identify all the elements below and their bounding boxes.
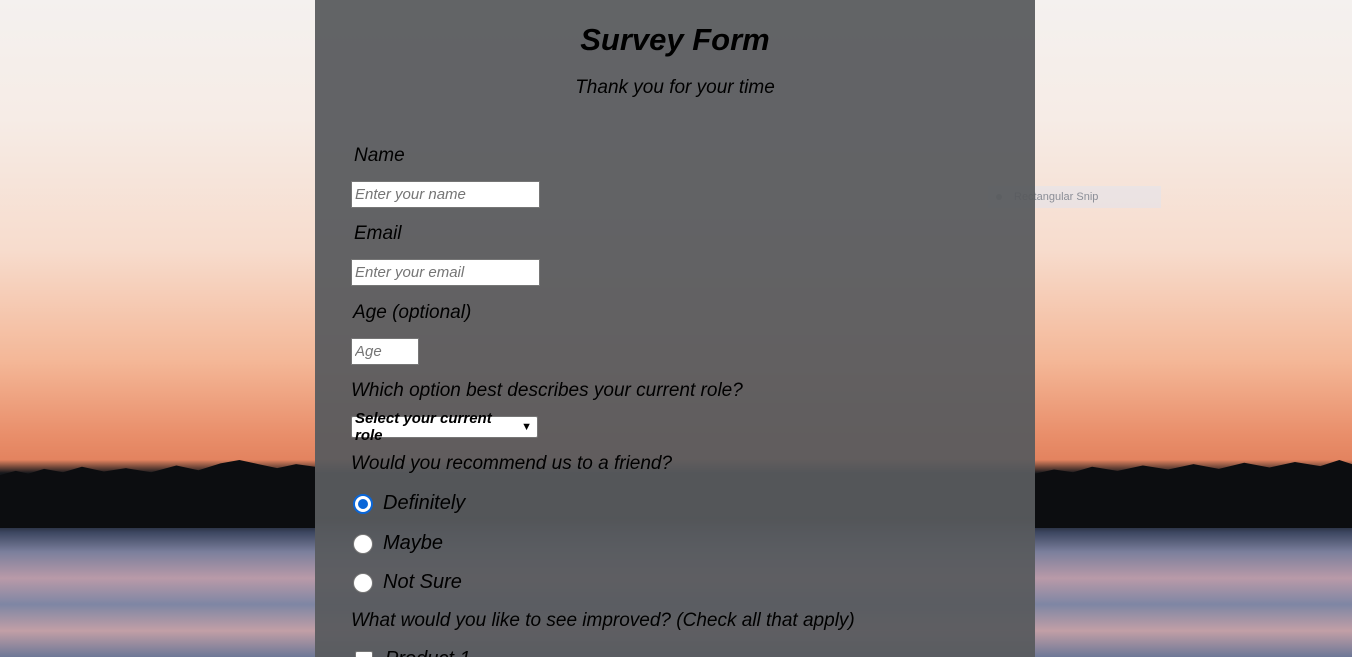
form-description: Thank you for your time: [575, 77, 775, 98]
age-input[interactable]: [351, 338, 419, 365]
name-label: Name: [354, 145, 405, 166]
checkbox-product-1[interactable]: [355, 650, 373, 657]
role-label: Which option best describes your current…: [351, 380, 743, 401]
radio-option-not-sure[interactable]: Not Sure: [353, 571, 462, 594]
radio-label-not-sure: Not Sure: [383, 571, 462, 593]
age-label: Age (optional): [353, 302, 472, 323]
role-dropdown[interactable]: Select your current role ▼: [351, 410, 538, 444]
checkbox-label-product-1: Product 1: [385, 648, 471, 657]
form-title: Survey Form: [580, 22, 770, 57]
checkbox-option-product-1[interactable]: Product 1: [355, 648, 471, 657]
role-dropdown-value: Select your current role: [355, 410, 492, 444]
email-input[interactable]: [351, 259, 540, 286]
radio-label-definitely: Definitely: [383, 492, 466, 514]
name-input[interactable]: [351, 181, 540, 208]
chevron-down-icon: ▼: [521, 421, 532, 433]
radio-button-definitely[interactable]: [353, 493, 373, 514]
radio-option-maybe[interactable]: Maybe: [353, 532, 443, 555]
radio-label-maybe: Maybe: [383, 532, 444, 554]
email-label: Email: [354, 223, 402, 244]
survey-form: Survey Form Thank you for your time Name…: [315, 0, 1035, 657]
treeline-right: [1035, 460, 1352, 528]
treeline-left: [0, 460, 315, 528]
improve-label: What would you like to see improved? (Ch…: [351, 610, 855, 631]
radio-button-maybe[interactable]: [353, 533, 373, 554]
recommend-label: Would you recommend us to a friend?: [351, 453, 673, 474]
radio-option-definitely[interactable]: Definitely: [353, 492, 465, 515]
radio-button-not-sure[interactable]: [353, 572, 373, 593]
